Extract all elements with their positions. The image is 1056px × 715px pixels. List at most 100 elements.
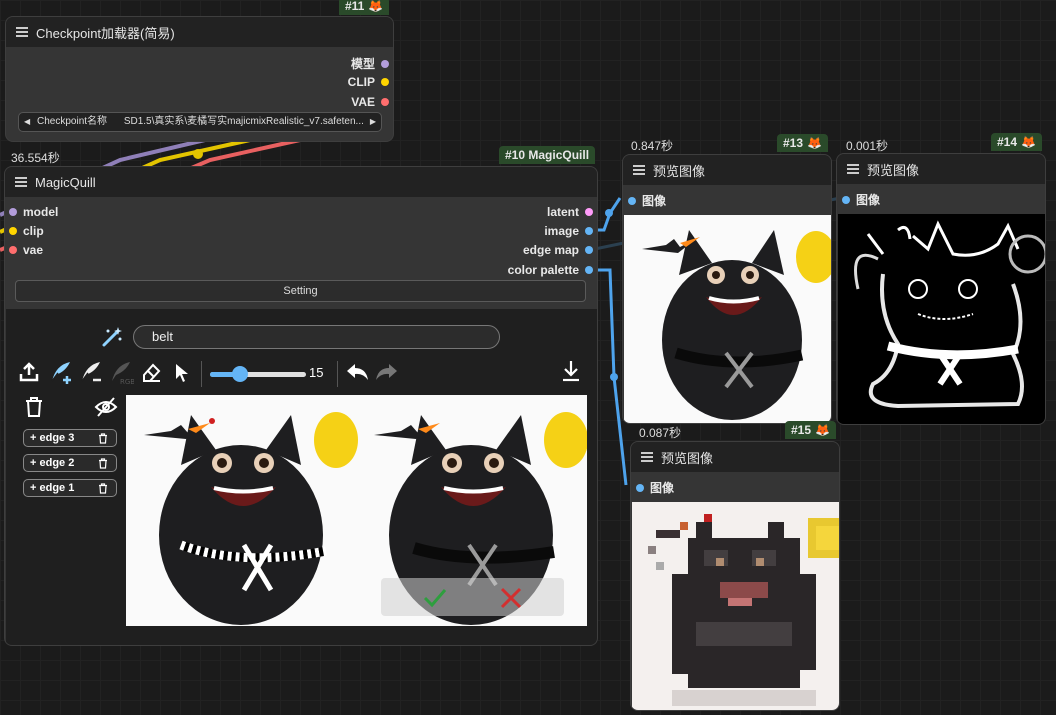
triangle-left-icon[interactable]: ◀ [24, 113, 30, 131]
output-label-latent: latent [546, 205, 579, 219]
checkpoint-node-header[interactable]: Checkpoint加载器(简易) [6, 17, 393, 47]
node-14-badge: #14 🦊 [991, 133, 1042, 151]
preview13-image [624, 215, 831, 423]
output-latent[interactable]: latent [547, 205, 593, 219]
model-slot-dot[interactable] [381, 59, 389, 68]
trash-icon[interactable] [24, 396, 44, 421]
brush-size-value: 15 [309, 365, 324, 380]
color-palette-slot-dot[interactable] [585, 266, 593, 274]
eraser-icon[interactable] [140, 361, 162, 386]
hamburger-icon[interactable] [847, 164, 859, 174]
output-color-palette[interactable]: color palette [508, 263, 593, 277]
preview14-header[interactable]: 预览图像 [837, 154, 1045, 184]
edge-2-label: + edge 2 [30, 457, 75, 469]
latent-slot-dot[interactable] [585, 208, 593, 216]
checkpoint-name-value: SD1.5\真实系\麦橘写实majicmixRealistic_v7.safet… [123, 116, 364, 127]
edge-map-slot-dot[interactable] [585, 246, 593, 254]
model-input-dot[interactable] [9, 208, 17, 216]
output-label-clip: CLIP [347, 75, 375, 89]
output-vae[interactable]: VAE [351, 95, 389, 109]
input-label-clip: clip [23, 224, 44, 238]
input-model[interactable]: model [9, 205, 58, 219]
vae-slot-dot[interactable] [381, 98, 389, 106]
preview14-exec-time: 0.001秒 [846, 139, 889, 153]
checkpoint-exec-time: 36.554秒 [11, 151, 60, 165]
input-vae[interactable]: vae [9, 243, 43, 257]
triangle-right-icon[interactable]: ▶ [367, 113, 376, 131]
preview15-input-label: 图像 [650, 481, 675, 495]
hamburger-icon[interactable] [15, 177, 27, 187]
preview-image-node-13[interactable]: 预览图像 图像 [622, 154, 832, 424]
vae-input-dot[interactable] [9, 246, 17, 254]
brush-add-icon[interactable] [48, 359, 74, 388]
output-edge-map[interactable]: edge map [523, 243, 593, 257]
prompt-input[interactable]: belt [133, 325, 500, 349]
upload-icon[interactable] [18, 361, 40, 386]
hamburger-icon[interactable] [633, 165, 645, 175]
edge-3-label: + edge 3 [30, 432, 75, 444]
output-clip[interactable]: CLIP [348, 75, 389, 89]
trash-icon[interactable] [98, 483, 108, 499]
edit-canvas[interactable] [126, 395, 587, 626]
preview15-palette-image [632, 502, 839, 710]
node-10-badge: #10 MagicQuill [499, 146, 596, 164]
setting-button[interactable]: Setting [15, 280, 586, 302]
hamburger-icon[interactable] [641, 452, 653, 462]
checkpoint-name-label: Checkpoint名称 [37, 116, 108, 127]
edge-2-button[interactable]: + edge 2 [23, 454, 117, 472]
input-label-vae: vae [23, 243, 44, 257]
brush-size-slider-thumb[interactable] [232, 366, 248, 382]
brush-subtract-icon[interactable] [78, 359, 104, 388]
eye-off-icon[interactable] [94, 396, 118, 421]
node-15-id: #15 [791, 423, 812, 437]
checkpoint-name-selector[interactable]: ◀ Checkpoint名称 SD1.5\真实系\麦橘写实majicmixRea… [18, 112, 382, 132]
node-14-id: #14 [997, 135, 1018, 149]
pointer-icon[interactable] [174, 363, 190, 386]
trash-icon[interactable] [98, 458, 108, 474]
undo-icon[interactable] [344, 361, 370, 386]
preview13-input-image[interactable]: 图像 [628, 192, 666, 209]
preview15-header[interactable]: 预览图像 [631, 442, 839, 472]
redo-icon[interactable] [374, 361, 400, 386]
fox-icon: 🦊 [815, 423, 830, 437]
preview15-exec-time: 0.087秒 [639, 426, 682, 440]
preview13-header[interactable]: 预览图像 [623, 155, 831, 185]
input-clip[interactable]: clip [9, 224, 44, 238]
checkpoint-loader-node[interactable]: Checkpoint加载器(简易) 模型 CLIP VAE ◀ Checkpoi… [5, 16, 394, 142]
fox-icon: 🦊 [368, 0, 384, 13]
output-label-vae: VAE [351, 95, 375, 109]
preview15-input-image[interactable]: 图像 [636, 479, 674, 496]
image-input-dot[interactable] [636, 483, 644, 492]
preview15-title: 预览图像 [661, 450, 714, 466]
download-icon[interactable] [560, 359, 582, 386]
toolbar-divider-1 [201, 361, 202, 387]
output-image[interactable]: image [544, 224, 593, 238]
magicquill-node[interactable]: MagicQuill model clip vae latent image e… [4, 166, 598, 646]
fox-icon: 🦊 [1021, 135, 1036, 149]
brush-color-icon[interactable]: RGB [108, 359, 135, 388]
magic-wand-icon[interactable] [100, 325, 124, 352]
preview-image-node-15[interactable]: 预览图像 图像 [630, 441, 840, 711]
edge-1-button[interactable]: + edge 1 [23, 479, 117, 497]
node-11-id: #11 [345, 0, 365, 13]
node-11-badge: #11 🦊 [339, 0, 390, 15]
edge-3-button[interactable]: + edge 3 [23, 429, 117, 447]
preview-image-node-14[interactable]: 预览图像 图像 [836, 153, 1046, 425]
cross-icon[interactable] [499, 587, 523, 612]
check-icon[interactable] [422, 587, 448, 612]
clip-input-dot[interactable] [9, 227, 17, 235]
clip-slot-dot[interactable] [381, 78, 389, 86]
magicquill-node-header[interactable]: MagicQuill [5, 167, 597, 197]
trash-icon[interactable] [98, 433, 108, 449]
preview14-input-image[interactable]: 图像 [842, 191, 880, 208]
image-input-dot[interactable] [628, 196, 636, 205]
image-slot-dot[interactable] [585, 227, 593, 235]
node-13-id: #13 [783, 136, 804, 150]
preview13-title: 预览图像 [653, 163, 706, 179]
output-label-color-palette: color palette [507, 263, 579, 277]
output-model[interactable]: 模型 [351, 55, 389, 72]
brush-size-slider[interactable] [210, 366, 306, 382]
hamburger-icon[interactable] [16, 27, 28, 37]
image-input-dot[interactable] [842, 195, 850, 204]
output-label-edge-map: edge map [522, 243, 579, 257]
